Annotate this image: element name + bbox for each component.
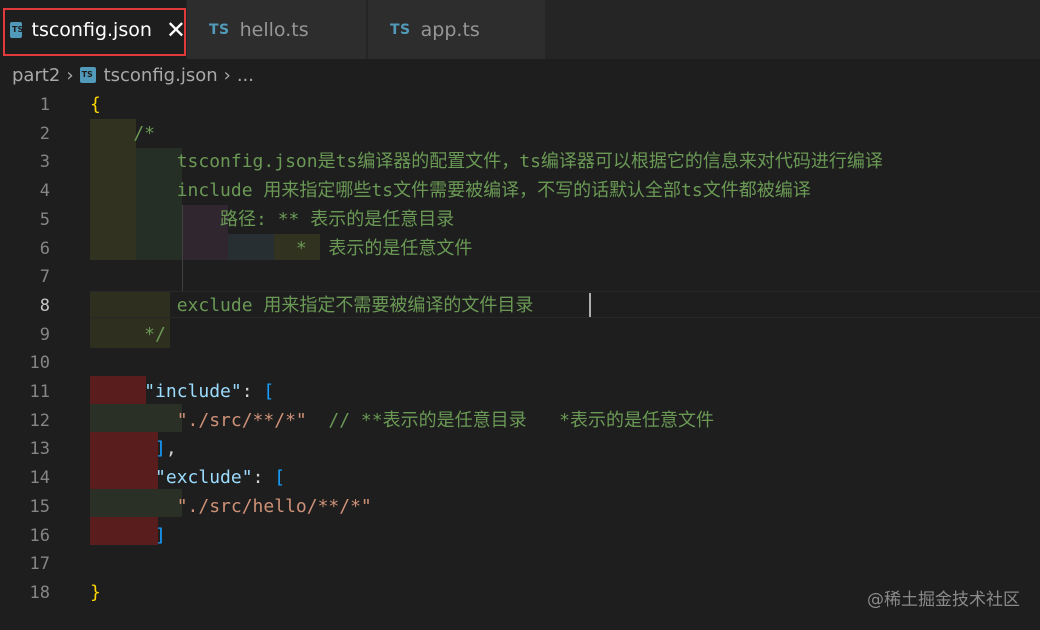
code-token: : <box>241 381 264 402</box>
code-line[interactable]: } <box>90 579 101 608</box>
line-number: 3 <box>39 152 50 173</box>
code-token: [ <box>274 467 286 489</box>
line-number: 12 <box>29 410 50 431</box>
code-token: ] <box>155 438 166 460</box>
tab-label: tsconfig.json <box>31 18 152 41</box>
code-token: "exclude" <box>155 467 253 489</box>
line-number: 18 <box>29 582 50 603</box>
code-token: include 用来指定哪些ts文件需要被编译，不写的话默认全部ts文件都被编译 <box>90 180 811 202</box>
code-token: * 表示的是任意文件 <box>90 237 473 259</box>
tab-label: hello.ts <box>239 18 309 41</box>
line-number: 9 <box>39 324 50 345</box>
code-token: */ <box>90 323 166 345</box>
breadcrumb: part2 › tsconfig.json › ... <box>0 59 1040 91</box>
chevron-right-icon: › <box>66 64 74 86</box>
code-line[interactable]: 路径: ** 表示的是任意目录 <box>90 206 454 235</box>
code-line[interactable]: /* <box>90 120 155 149</box>
line-number: 1 <box>39 95 50 115</box>
tab-app-ts[interactable]: TS app.ts <box>368 0 546 59</box>
typescript-file-icon <box>79 67 96 83</box>
code-line[interactable]: ] <box>90 522 166 551</box>
code-line[interactable]: */ <box>90 321 166 350</box>
tab-hello-ts[interactable]: TS hello.ts <box>187 0 367 59</box>
tab-tsconfig-json[interactable]: tsconfig.json ✕ <box>0 0 186 59</box>
line-number: 17 <box>29 554 50 575</box>
code-line[interactable]: "include": [ <box>90 378 274 407</box>
code-token: { <box>90 94 101 115</box>
line-number: 7 <box>39 267 50 288</box>
code-token: : <box>252 467 275 489</box>
code-token: , <box>165 438 177 460</box>
code-line[interactable]: { <box>90 91 101 120</box>
code-line[interactable]: include 用来指定哪些ts文件需要被编译，不写的话默认全部ts文件都被编译 <box>90 177 811 206</box>
line-number: 10 <box>29 353 50 374</box>
watermark: @稀土掘金技术社区 <box>867 590 1020 610</box>
line-number: 4 <box>39 181 50 202</box>
code-token: tsconfig.json是ts编译器的配置文件，ts编译器可以根据它的信息来对… <box>90 151 883 173</box>
breadcrumb-folder[interactable]: part2 <box>12 65 60 86</box>
chevron-right-icon: › <box>223 64 231 86</box>
typescript-icon: TS <box>209 21 230 38</box>
line-number: 13 <box>29 439 50 460</box>
code-token: [ <box>263 381 275 402</box>
line-number: 15 <box>29 496 50 517</box>
code-line[interactable]: "./src/hello/**/*" <box>90 493 372 522</box>
code-line[interactable]: * 表示的是任意文件 <box>90 235 473 264</box>
breadcrumb-file[interactable]: tsconfig.json <box>104 65 218 86</box>
line-number: 8 <box>39 295 50 316</box>
typescript-file-icon <box>10 21 23 38</box>
code-token: // **表示的是任意目录 *表示的是任意文件 <box>306 409 714 431</box>
code-token: } <box>90 581 101 603</box>
code-token: 路径: ** 表示的是任意目录 <box>90 208 455 230</box>
line-number: 16 <box>29 525 50 546</box>
code-editor[interactable]: 1 2 3 4 5 6 7 8 9 10 11 12 13 14 15 16 17 18 { /* tsconfi… <box>0 91 1040 630</box>
code-line[interactable]: "./src/**/*" // **表示的是任意目录 *表示的是任意文件 <box>90 407 714 436</box>
typescript-icon: TS <box>390 21 411 38</box>
code-line[interactable]: exclude 用来指定不需要被编译的文件目录 <box>90 292 534 321</box>
code-token: "./src/**/*" <box>176 409 307 431</box>
code-token: exclude 用来指定不需要被编译的文件目录 <box>90 294 534 316</box>
code-line[interactable]: tsconfig.json是ts编译器的配置文件，ts编译器可以根据它的信息来对… <box>90 148 883 177</box>
close-icon[interactable]: ✕ <box>166 18 186 42</box>
code-line[interactable]: "exclude": [ <box>90 464 285 493</box>
line-number: 14 <box>29 468 50 489</box>
code-token: ] <box>155 524 166 546</box>
tab-label: app.ts <box>420 18 480 41</box>
text-cursor <box>589 293 591 317</box>
line-number: 5 <box>39 209 50 230</box>
line-number: 2 <box>39 123 50 144</box>
line-number: 6 <box>39 238 50 259</box>
tab-bar: tsconfig.json ✕ TS hello.ts TS app.ts <box>0 0 1040 59</box>
code-token: /* <box>90 122 156 144</box>
code-line[interactable]: ], <box>90 435 177 464</box>
line-number: 11 <box>29 382 50 402</box>
code-token: "include" <box>144 381 242 402</box>
breadcrumb-more[interactable]: ... <box>237 65 254 86</box>
code-token: "./src/hello/**/*" <box>176 495 372 517</box>
